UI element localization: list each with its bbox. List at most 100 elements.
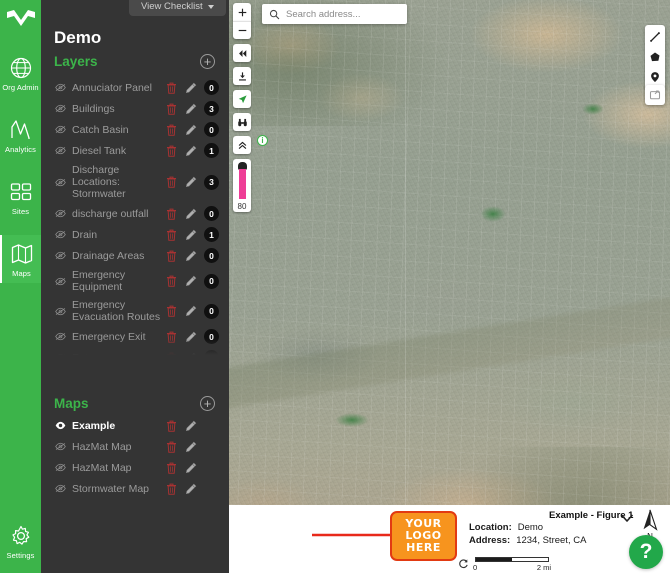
eye-hidden-icon[interactable] (55, 103, 66, 114)
edit-pencil-icon[interactable] (185, 462, 197, 474)
map-row[interactable]: Stormwater Map (41, 478, 229, 499)
map-row[interactable]: HazMat Map (41, 457, 229, 478)
edit-pencil-icon[interactable] (185, 331, 197, 343)
eye-visible-icon[interactable] (55, 420, 66, 431)
delete-icon[interactable] (166, 420, 177, 432)
eye-hidden-icon[interactable] (55, 124, 66, 135)
delete-icon[interactable] (166, 305, 177, 317)
search-input[interactable] (286, 8, 400, 20)
edit-pencil-icon[interactable] (185, 352, 197, 359)
search-address-bar[interactable] (262, 4, 407, 24)
eye-hidden-icon[interactable] (55, 276, 66, 287)
layer-row[interactable]: Buildings 3 (41, 98, 229, 119)
layer-row[interactable]: Catch Basin 0 (41, 119, 229, 140)
eye-hidden-icon[interactable] (55, 208, 66, 219)
delete-icon[interactable] (166, 208, 177, 220)
eye-hidden-icon[interactable] (55, 352, 66, 358)
eye-hidden-icon[interactable] (55, 82, 66, 93)
nav-item-analytics[interactable]: Analytics (0, 111, 41, 159)
map-row[interactable]: Example (41, 415, 229, 436)
delete-icon[interactable] (166, 176, 177, 188)
chevrons-up-button[interactable] (233, 136, 251, 154)
delete-icon[interactable] (166, 103, 177, 115)
delete-icon[interactable] (166, 352, 177, 359)
help-button[interactable]: ? (629, 535, 663, 569)
map-info-icon[interactable]: i (257, 135, 268, 146)
edit-pencil-icon[interactable] (185, 441, 197, 453)
eye-hidden-icon[interactable] (55, 145, 66, 156)
delete-icon[interactable] (166, 145, 177, 157)
layer-row[interactable]: Emergency Evacuation Routes 0 (41, 296, 229, 326)
marker-tool-button[interactable] (645, 67, 665, 87)
refresh-rotate-icon[interactable] (458, 558, 469, 569)
download-button[interactable] (233, 67, 251, 85)
eye-hidden-icon[interactable] (55, 462, 66, 473)
map-row[interactable]: HazMat Map (41, 436, 229, 457)
eye-hidden-icon[interactable] (55, 229, 66, 240)
add-layer-button[interactable]: + (200, 54, 215, 69)
edit-pencil-icon[interactable] (185, 229, 197, 241)
collapse-legend-button[interactable] (620, 513, 634, 523)
edit-pencil-icon[interactable] (185, 250, 197, 262)
navigate-button[interactable] (233, 90, 251, 108)
delete-icon[interactable] (166, 250, 177, 262)
nav-item-settings[interactable]: Settings (0, 517, 41, 565)
layer-row[interactable]: Emergency Equipment 0 (41, 266, 229, 296)
edit-pencil-icon[interactable] (185, 82, 197, 94)
screenshot-button[interactable] (645, 85, 665, 105)
zoom-out-button[interactable] (233, 21, 251, 39)
layer-row[interactable]: Drainage Areas 0 (41, 245, 229, 266)
layer-row[interactable]: discharge outfall 0 (41, 203, 229, 224)
pitch-slider-track[interactable] (238, 169, 246, 199)
satellite-basemap[interactable] (229, 0, 670, 573)
delete-icon[interactable] (166, 441, 177, 453)
rewind-button[interactable] (233, 44, 251, 62)
edit-pencil-icon[interactable] (185, 305, 197, 317)
polygon-tool-button[interactable] (645, 47, 665, 67)
delete-icon[interactable] (166, 483, 177, 495)
nav-item-org-admin[interactable]: Org Admin (0, 49, 41, 97)
layer-row[interactable]: Drain 1 (41, 224, 229, 245)
mountain-logo-icon[interactable] (6, 9, 36, 35)
eye-hidden-icon[interactable] (55, 483, 66, 494)
edit-pencil-icon[interactable] (185, 420, 197, 432)
layer-row[interactable]: Emergency Exit 0 (41, 326, 229, 347)
layer-row[interactable]: Discharge Locations: Stormwater 3 (41, 161, 229, 203)
view-checklist-button[interactable]: View Checklist (129, 0, 226, 16)
delete-icon[interactable] (166, 275, 177, 287)
eye-hidden-icon[interactable] (55, 331, 66, 342)
nav-item-sites[interactable]: Sites (0, 173, 41, 221)
edit-pencil-icon[interactable] (185, 145, 197, 157)
map-viewport[interactable]: 80 i (229, 0, 670, 573)
delete-icon[interactable] (166, 229, 177, 241)
map-name: Stormwater Map (72, 482, 150, 495)
zoom-in-button[interactable] (233, 3, 251, 21)
maps-list[interactable]: Example HazMat Map HazMat Map Stormwater Ma… (41, 415, 229, 499)
layer-row[interactable]: Diesel Tank 1 (41, 140, 229, 161)
layer-row[interactable]: Annuciator Panel 0 (41, 77, 229, 98)
edit-pencil-icon[interactable] (185, 176, 197, 188)
binoculars-button[interactable] (233, 113, 251, 131)
edit-pencil-icon[interactable] (185, 483, 197, 495)
delete-icon[interactable] (166, 82, 177, 94)
nav-item-maps[interactable]: Maps (0, 235, 41, 283)
delete-icon[interactable] (166, 462, 177, 474)
logo-placeholder[interactable]: YOUR LOGO HERE (390, 511, 457, 561)
search-icon (269, 9, 280, 19)
eye-hidden-icon[interactable] (55, 177, 66, 188)
edit-pencil-icon[interactable] (185, 275, 197, 287)
line-tool-button[interactable] (645, 27, 665, 47)
edit-pencil-icon[interactable] (185, 103, 197, 115)
eye-hidden-icon[interactable] (55, 441, 66, 452)
eye-hidden-icon[interactable] (55, 306, 66, 317)
map-legend-bar: YOUR LOGO HERE Example - Figure 1 Locati… (229, 505, 670, 573)
layers-list[interactable]: Annuciator Panel 0 Buildings 3 Catch Basin 0 D… (41, 77, 229, 358)
eye-hidden-icon[interactable] (55, 250, 66, 261)
edit-pencil-icon[interactable] (185, 208, 197, 220)
edit-pencil-icon[interactable] (185, 124, 197, 136)
pitch-slider[interactable]: 80 (233, 159, 251, 212)
delete-icon[interactable] (166, 331, 177, 343)
delete-icon[interactable] (166, 124, 177, 136)
layer-row[interactable]: Entrance 0 (41, 347, 229, 358)
add-map-button[interactable]: + (200, 396, 215, 411)
